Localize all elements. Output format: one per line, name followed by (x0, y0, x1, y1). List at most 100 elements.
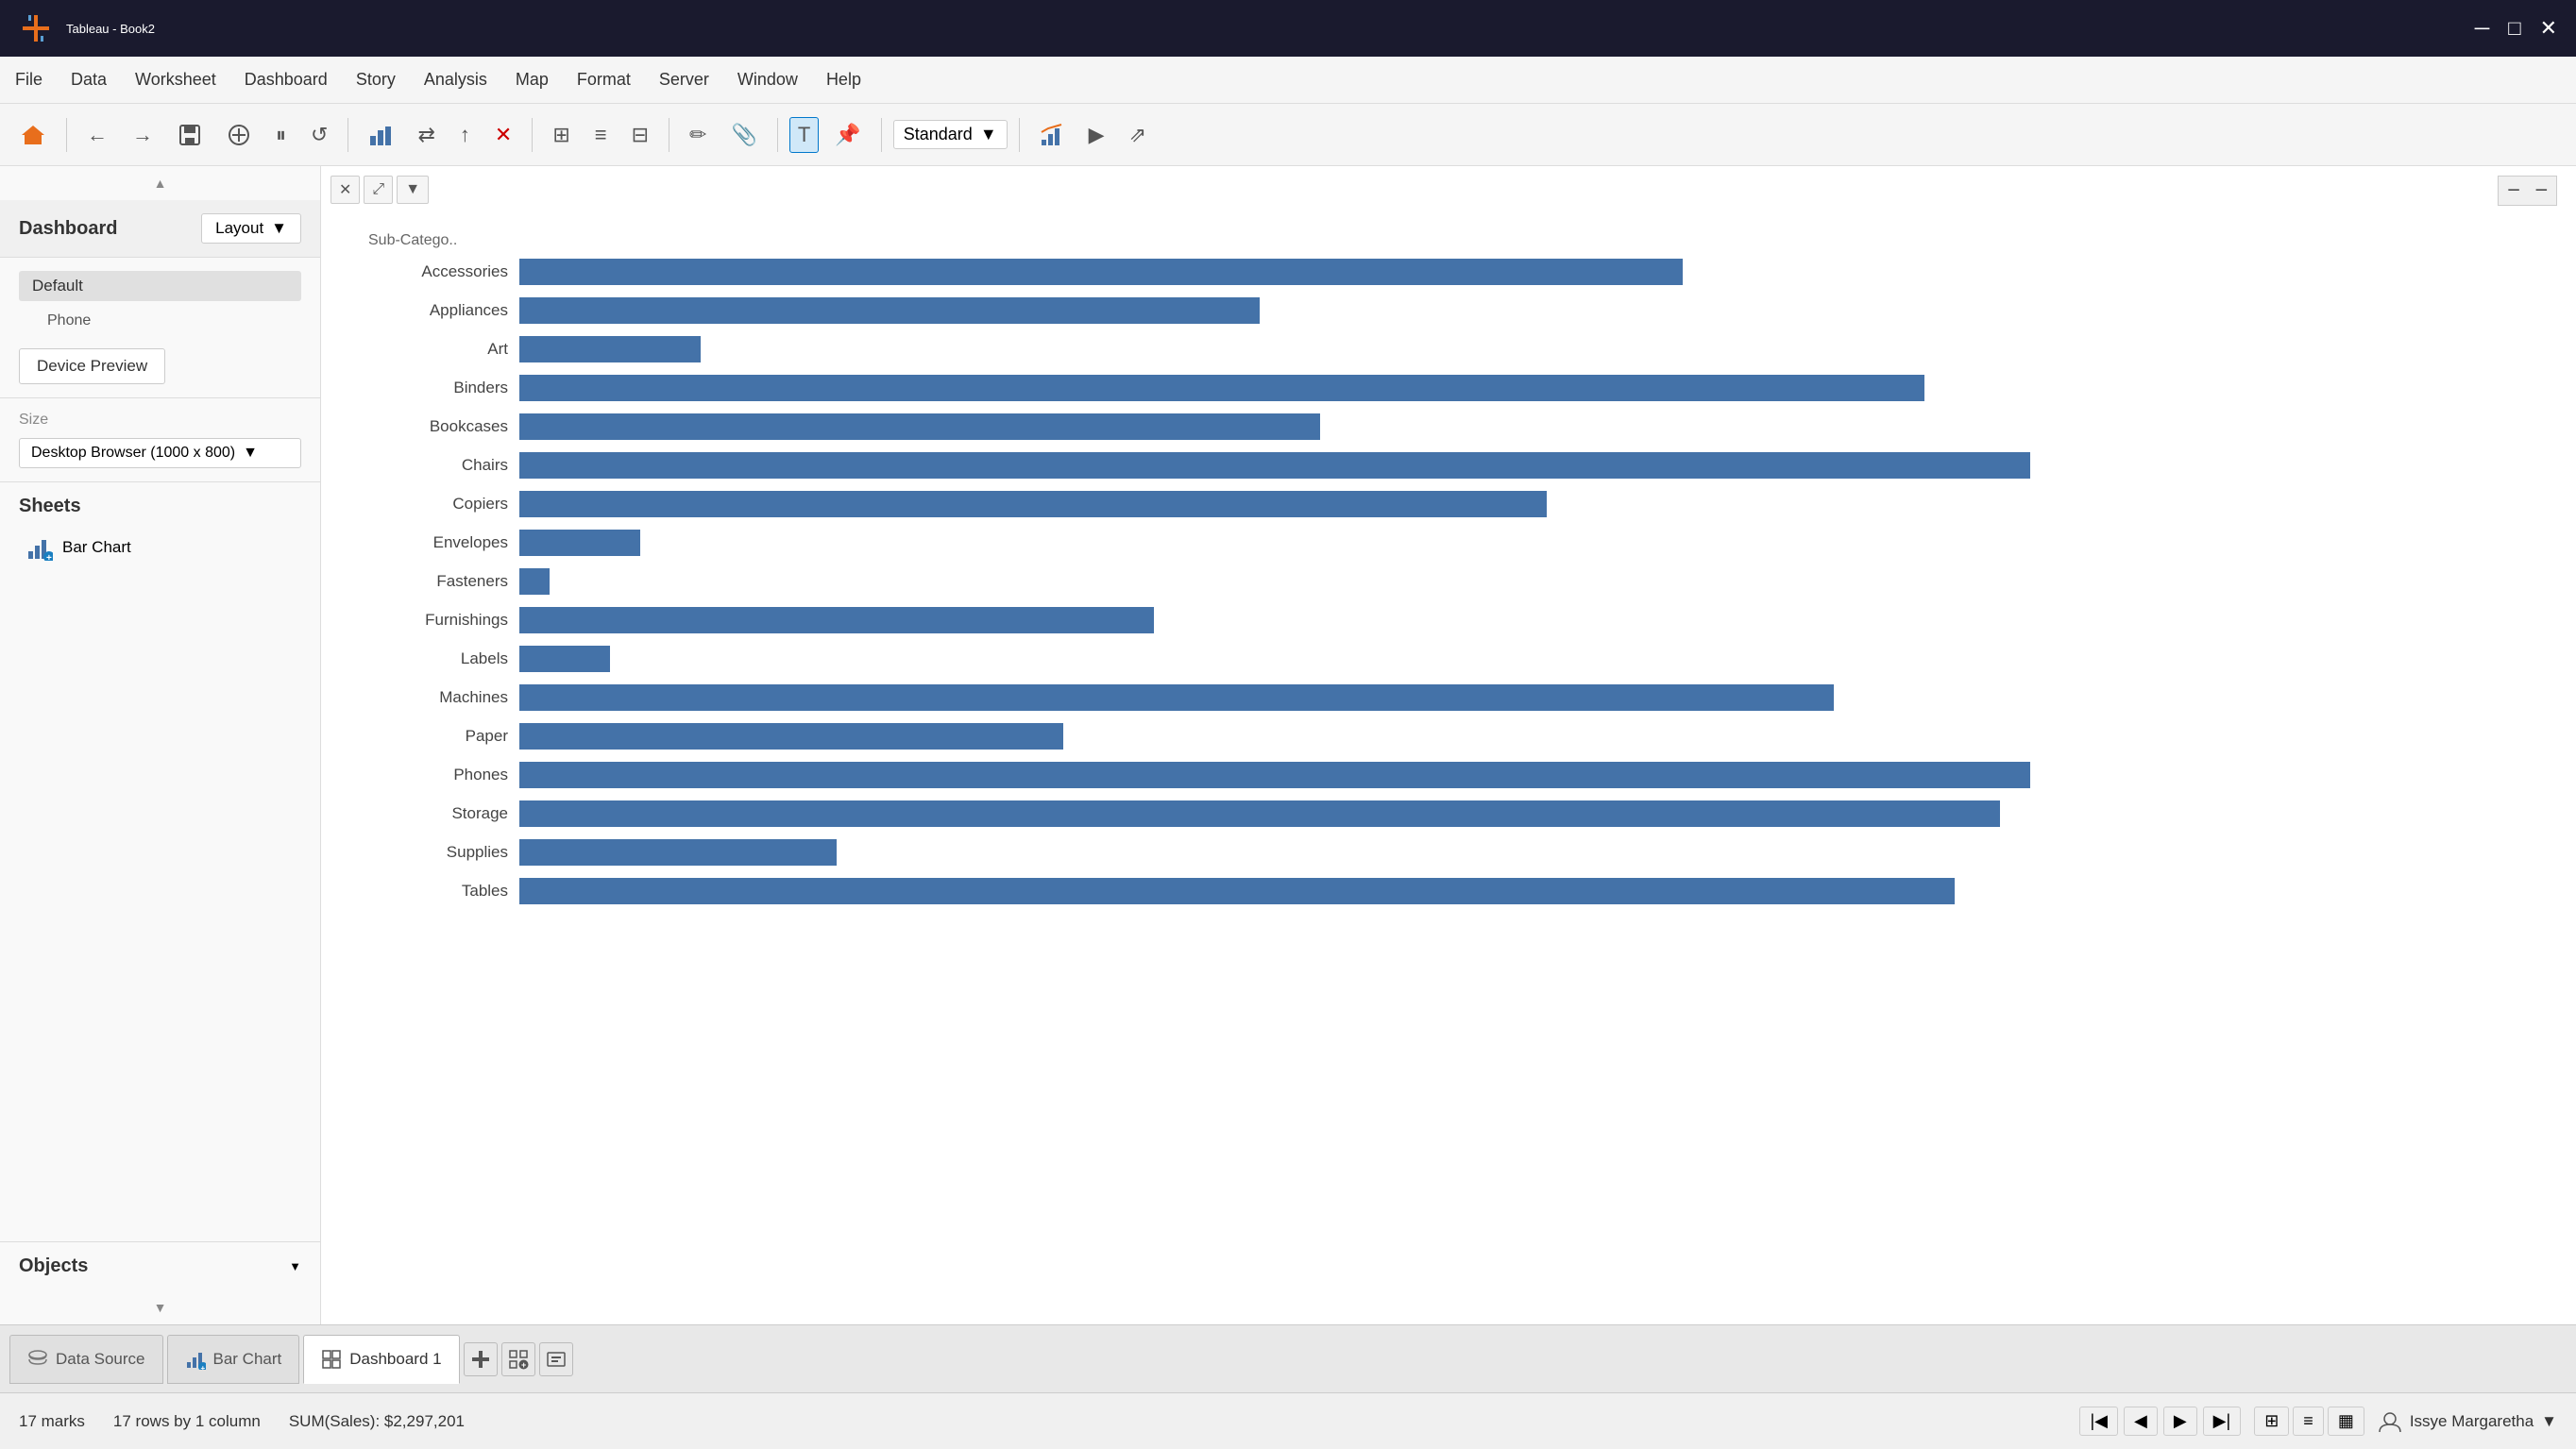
menu-file[interactable]: File (15, 70, 42, 90)
close-button[interactable]: ✕ (2540, 16, 2557, 41)
bars-container: AccessoriesAppliancesArtBindersBookcases… (368, 255, 2557, 908)
tab-dashboard-1-label: Dashboard 1 (349, 1350, 441, 1369)
text-button[interactable]: T (789, 117, 819, 153)
show-me-button[interactable] (1031, 117, 1073, 153)
refresh-button[interactable]: ↺ (302, 117, 336, 153)
menu-analysis[interactable]: Analysis (424, 70, 487, 90)
share-button[interactable]: ⇗ (1121, 117, 1155, 153)
menu-worksheet[interactable]: Worksheet (135, 70, 216, 90)
close-panel-button[interactable]: ✕ (330, 176, 360, 204)
bar-track[interactable] (519, 684, 2557, 711)
sheet-item-bar-chart[interactable]: + Bar Chart (19, 529, 301, 566)
pause-button[interactable]: ⏸ (267, 117, 295, 153)
objects-header[interactable]: Objects ▼ (19, 1255, 301, 1277)
bar-track[interactable] (519, 839, 2557, 866)
add-dashboard-button[interactable]: + (501, 1342, 535, 1376)
bar-track[interactable] (519, 607, 2557, 633)
bar-track[interactable] (519, 375, 2557, 401)
sort-asc-button[interactable]: ↑ (451, 117, 479, 153)
bar-label: Tables (368, 882, 519, 901)
tab-bar-chart[interactable]: + Bar Chart (167, 1335, 300, 1384)
view-grid-button[interactable]: ⊞ (2254, 1407, 2289, 1436)
sum-sales: SUM(Sales): $2,297,201 (289, 1412, 465, 1431)
bar-track[interactable] (519, 336, 2557, 362)
bar-track[interactable] (519, 297, 2557, 324)
tab-dashboard-1[interactable]: Dashboard 1 (303, 1335, 459, 1384)
swap-button[interactable]: ⇄ (409, 117, 443, 153)
forward-button[interactable]: → (124, 117, 161, 153)
bar-track[interactable] (519, 259, 2557, 285)
minimize-button[interactable]: ─ (2475, 16, 2490, 41)
pin-button[interactable]: 📌 (826, 117, 869, 153)
user-dropdown-arrow: ▼ (2541, 1412, 2557, 1431)
tab-data-source[interactable]: Data Source (9, 1335, 163, 1384)
dropdown-arrow: ▼ (980, 125, 997, 144)
bar-track[interactable] (519, 491, 2557, 517)
bar-row: Fasteners (368, 564, 2557, 598)
bar-track[interactable] (519, 723, 2557, 750)
annotation-btn[interactable]: 📎 (722, 117, 765, 153)
chart-container: ✕ ⤢ ▼ ─ ─ Sub-Catego.. AccessoriesApplia… (321, 166, 2576, 1324)
bar-track[interactable] (519, 878, 2557, 904)
fit-button[interactable]: ⊟ (623, 117, 657, 153)
chart-type-button[interactable] (360, 117, 401, 153)
nav-first-button[interactable]: |◀ (2079, 1407, 2118, 1436)
menu-format[interactable]: Format (577, 70, 631, 90)
home-button[interactable] (11, 116, 55, 154)
expand-button[interactable]: ⤢ (364, 176, 393, 204)
separator-2 (347, 118, 348, 152)
new-datasource-button[interactable] (218, 117, 260, 153)
label-button[interactable]: ≡ (586, 117, 616, 153)
chart-toolbar-btn-1[interactable]: ─ (2500, 178, 2526, 203)
menu-server[interactable]: Server (659, 70, 709, 90)
add-sheet-button[interactable] (464, 1342, 498, 1376)
group-button[interactable]: ⊞ (544, 117, 578, 153)
add-story-button[interactable] (539, 1342, 573, 1376)
objects-section: Objects ▼ (0, 1241, 320, 1290)
bar-track[interactable] (519, 530, 2557, 556)
bar-row: Paper (368, 719, 2557, 753)
chart-toolbar: ─ ─ (2498, 176, 2557, 206)
bar-track[interactable] (519, 568, 2557, 595)
bar-track[interactable] (519, 646, 2557, 672)
bar-track[interactable] (519, 800, 2557, 827)
sort-desc-button[interactable]: ✕ (486, 117, 520, 153)
device-option-phone[interactable]: Phone (19, 307, 301, 335)
standard-dropdown[interactable]: Standard ▼ (893, 120, 1008, 149)
size-dropdown[interactable]: Desktop Browser (1000 x 800) ▼ (19, 438, 301, 468)
sheets-title: Sheets (19, 496, 301, 517)
chart-toolbar-btn-2[interactable]: ─ (2529, 178, 2554, 203)
bar-label: Art (368, 340, 519, 359)
nav-prev-button[interactable]: ◀ (2124, 1407, 2158, 1436)
bar-label: Furnishings (368, 611, 519, 630)
user-area[interactable]: Issye Margaretha ▼ (2378, 1409, 2557, 1434)
scroll-up-indicator[interactable]: ▲ (0, 166, 320, 200)
objects-collapse-icon: ▼ (289, 1259, 301, 1273)
menu-window[interactable]: Window (737, 70, 798, 90)
menu-dashboard[interactable]: Dashboard (245, 70, 328, 90)
view-list-button[interactable]: ≡ (2293, 1407, 2324, 1436)
menu-data[interactable]: Data (71, 70, 107, 90)
scroll-down-indicator[interactable]: ▼ (0, 1290, 320, 1324)
present-button[interactable]: ▶ (1080, 117, 1113, 153)
highlight-button[interactable]: ✏ (681, 117, 715, 153)
bar-track[interactable] (519, 452, 2557, 479)
dropdown-panel-button[interactable]: ▼ (397, 176, 429, 204)
bar-track[interactable] (519, 762, 2557, 788)
rows-cols: 17 rows by 1 column (113, 1412, 261, 1431)
nav-next-button[interactable]: ▶ (2163, 1407, 2197, 1436)
menu-map[interactable]: Map (516, 70, 549, 90)
menu-help[interactable]: Help (826, 70, 861, 90)
maximize-button[interactable]: □ (2508, 16, 2520, 41)
dashboard-icon (321, 1349, 342, 1370)
nav-last-button[interactable]: ▶| (2203, 1407, 2242, 1436)
bar-track[interactable]: 114.880 (519, 413, 2557, 440)
device-preview-button[interactable]: Device Preview (19, 348, 165, 384)
view-table-button[interactable]: ▦ (2328, 1407, 2364, 1436)
device-option-default[interactable]: Default (19, 271, 301, 301)
save-button[interactable] (169, 117, 211, 153)
separator-7 (1019, 118, 1020, 152)
back-button[interactable]: ← (78, 117, 116, 153)
menu-story[interactable]: Story (356, 70, 396, 90)
layout-button[interactable]: Layout ▼ (201, 213, 301, 244)
